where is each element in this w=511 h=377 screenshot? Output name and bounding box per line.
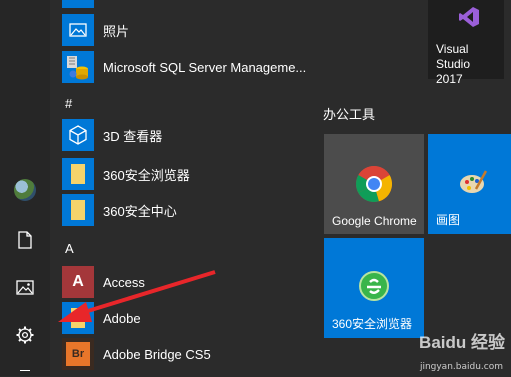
baidu-watermark: Baidu 经验 jingyan.baidu.com	[405, 328, 505, 372]
watermark-url: jingyan.baidu.com	[419, 362, 503, 372]
watermark-brand: Baidu 经验	[419, 333, 505, 352]
annotation-arrow	[58, 270, 216, 322]
